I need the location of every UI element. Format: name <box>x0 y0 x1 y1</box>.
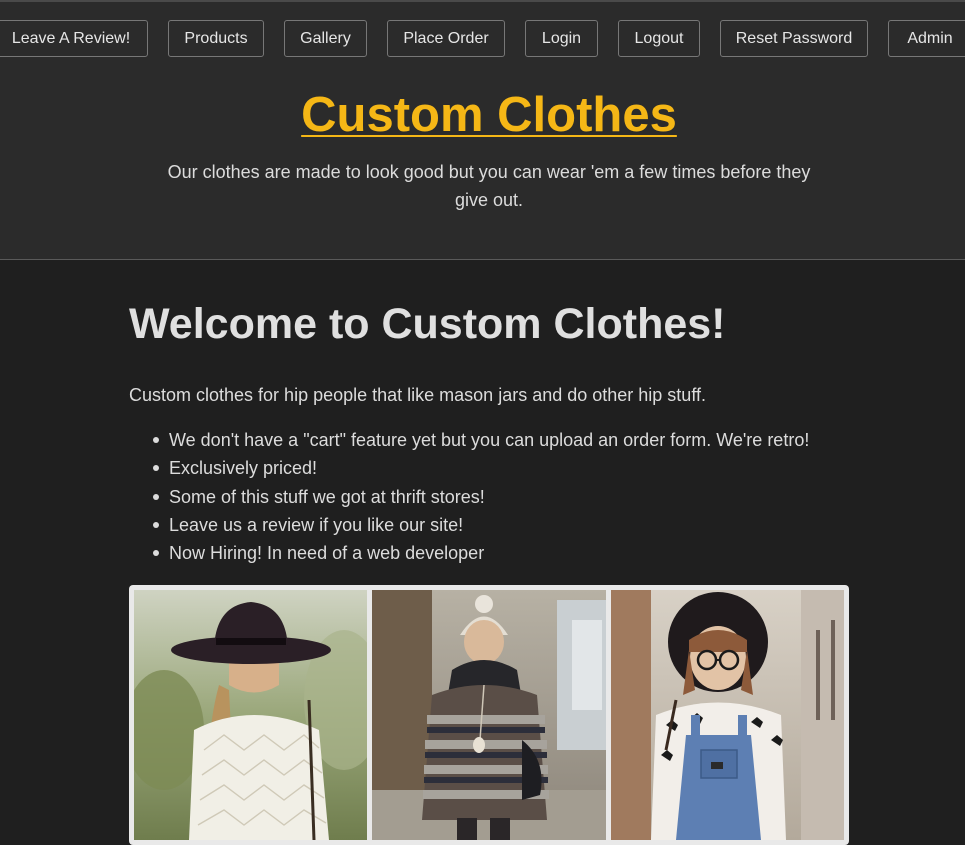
intro-text: Custom clothes for hip people that like … <box>129 385 706 405</box>
feature-item: We don't have a "cart" feature yet but y… <box>152 426 809 454</box>
feature-item: Leave us a review if you like our site! <box>152 511 809 539</box>
nav-login-button[interactable]: Login <box>525 20 598 57</box>
page-heading: Welcome to Custom Clothes! <box>129 300 726 348</box>
feature-list: We don't have a "cart" feature yet but y… <box>129 426 809 567</box>
feature-item: Exclusively priced! <box>152 454 809 482</box>
model-photo-beanie <box>372 590 606 840</box>
nav-products-button[interactable]: Products <box>168 20 264 57</box>
site-header: Leave A Review! Products Gallery Place O… <box>0 0 965 259</box>
model-photo-black-hat <box>134 590 368 840</box>
site-tagline: Our clothes are made to look good but yo… <box>167 162 811 210</box>
header-divider <box>0 259 965 260</box>
feature-item: Now Hiring! In need of a web developer <box>152 539 809 567</box>
nav-leave-review-button[interactable]: Leave A Review! <box>0 20 148 57</box>
site-title: Custom Clothes <box>0 86 965 144</box>
model-photo-overalls <box>610 590 844 840</box>
photo-collage <box>129 585 849 845</box>
nav-place-order-button[interactable]: Place Order <box>387 20 505 57</box>
nav-reset-password-button[interactable]: Reset Password <box>720 20 868 57</box>
site-title-link[interactable]: Custom Clothes <box>301 88 677 142</box>
nav-logout-button[interactable]: Logout <box>618 20 700 57</box>
nav-gallery-button[interactable]: Gallery <box>284 20 367 57</box>
feature-item: Some of this stuff we got at thrift stor… <box>152 483 809 511</box>
nav-admin-button[interactable]: Admin <box>888 20 965 57</box>
